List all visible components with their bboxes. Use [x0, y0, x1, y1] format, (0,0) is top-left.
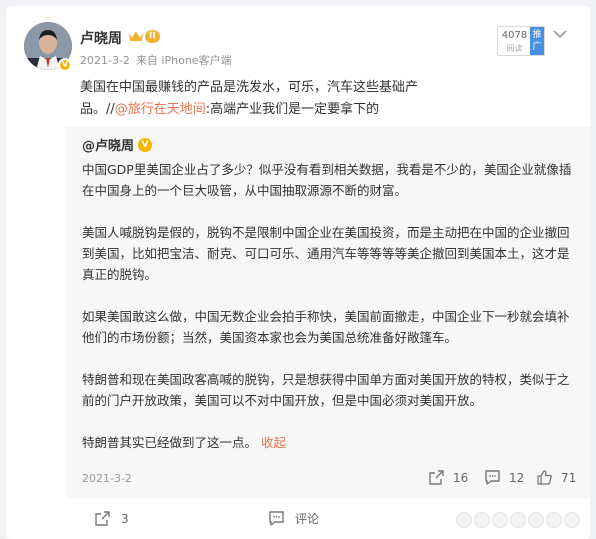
repost-share-button[interactable]: 16 [428, 469, 468, 486]
share-icon [429, 470, 444, 485]
comment-icon [485, 470, 500, 485]
post-action-bar: 3 评论 [6, 499, 590, 539]
crown-icon [129, 31, 143, 41]
views-label: 阅读 [506, 44, 523, 53]
share-icon [95, 511, 110, 526]
repost-paragraph-last: 特朗普其实已经做到了这一点。 收起 [82, 432, 578, 453]
repost-paragraph: 如果美国敢这么做，中国无数企业会拍手称快，美国前面撤走，中国企业下一秒就会填补他… [82, 309, 570, 345]
repost-like-button[interactable]: 71 [536, 469, 576, 486]
reaction-face-icon [510, 512, 526, 528]
comment-button[interactable]: 评论 [268, 510, 319, 527]
share-button[interactable]: 3 [94, 510, 129, 527]
promote-button[interactable]: 推广 [530, 27, 544, 55]
verified-badge-icon: V [138, 137, 153, 152]
reaction-face-icon [456, 512, 472, 528]
vip-level: II [145, 29, 160, 43]
reaction-face-icon [474, 512, 490, 528]
reaction-face-icon [564, 512, 580, 528]
chevron-down-icon[interactable] [552, 28, 568, 40]
repost-comment-button[interactable]: 12 [484, 469, 524, 486]
verified-badge-icon: V [58, 58, 72, 72]
repost-paragraph: 美国人喊脱钩是假的，脱钩不是限制中国企业在美国投资，而是主动把在中国的企业撤回到… [82, 225, 570, 282]
reaction-face-icon [528, 512, 544, 528]
post-username[interactable]: 卢晓周 [80, 28, 122, 48]
post-text: 美国在中国最赚钱的产品是洗发水，可乐，汽车这些基础产品。//@旅行在天地间:高端… [80, 77, 450, 121]
repost-body: 中国GDP里美国企业占了多少？似乎没有看到相关数据，我看是不少的，美国企业就像插… [82, 159, 578, 453]
share-count: 3 [121, 511, 129, 526]
mention-link[interactable]: @旅行在天地间 [115, 102, 206, 117]
views-counter: 4078 阅读 推广 [497, 26, 545, 56]
vip-badge[interactable]: II [128, 29, 160, 43]
collapse-link[interactable]: 收起 [261, 435, 286, 450]
views-count: 4078 [501, 30, 528, 41]
repost-last-text: 特朗普其实已经做到了这一点。 [82, 435, 258, 450]
repost-date[interactable]: 2021-3-2 [82, 472, 132, 485]
repost-paragraph: 中国GDP里美国企业占了多少？似乎没有看到相关数据，我看是不少的，美国企业就像插… [82, 162, 572, 198]
post-text-tail: :高端产业我们是一定要拿下的 [205, 102, 380, 117]
comment-label: 评论 [295, 512, 320, 526]
reaction-face-icon [546, 512, 562, 528]
repost-username[interactable]: @卢晓周 [82, 135, 134, 154]
weibo-post-card: V 卢晓周 II 2021-3-2 来自 iPhone客户端 4078 阅读 推广… [6, 6, 590, 539]
post-date[interactable]: 2021-3-2 [80, 54, 130, 67]
repost-like-count: 71 [561, 470, 577, 485]
reposted-content: @卢晓周 V 中国GDP里美国企业占了多少？似乎没有看到相关数据，我看是不少的，… [66, 127, 590, 499]
repost-header: @卢晓周 V [82, 135, 153, 154]
post-source: 来自 iPhone客户端 [135, 54, 232, 67]
post-meta: 2021-3-2 来自 iPhone客户端 [80, 52, 232, 68]
like-reactions[interactable] [456, 512, 580, 528]
repost-paragraph: 特朗普和现在美国政客高喊的脱钩，只是想获得中国单方面对美国开放的特权，类似于之前… [82, 372, 570, 408]
reaction-face-icon [492, 512, 508, 528]
comment-icon [269, 511, 284, 526]
thumbs-up-icon [537, 470, 552, 485]
repost-footer: 2021-3-2 16 12 71 [82, 469, 578, 489]
repost-share-count: 16 [453, 470, 469, 485]
repost-comment-count: 12 [509, 470, 525, 485]
